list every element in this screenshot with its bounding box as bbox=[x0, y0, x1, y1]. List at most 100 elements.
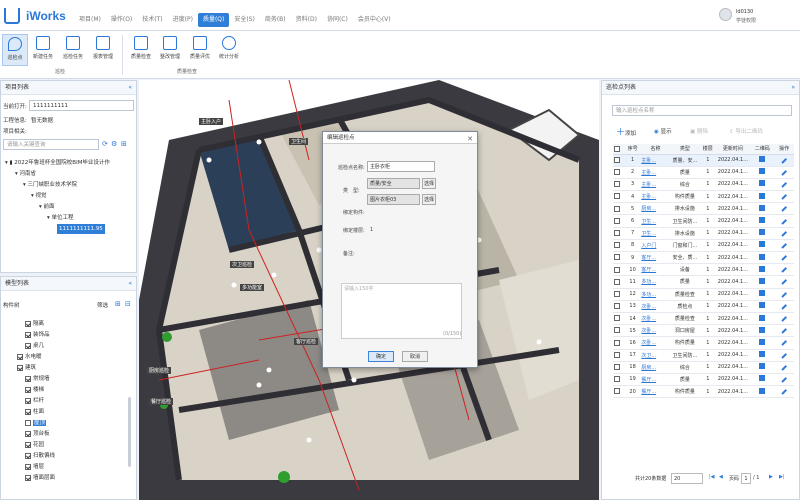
menu-safety[interactable]: 安全(S) bbox=[229, 13, 260, 27]
checkbox[interactable] bbox=[25, 408, 31, 415]
page-size-select[interactable]: 20 bbox=[671, 473, 703, 484]
menu-business[interactable]: 商务(B) bbox=[260, 13, 291, 27]
row-qr[interactable] bbox=[750, 336, 775, 350]
category-input[interactable]: 图片衣柜03 bbox=[367, 194, 420, 205]
row-qr[interactable] bbox=[750, 214, 775, 228]
next-page-icon[interactable]: ▶ bbox=[769, 474, 773, 480]
row-edit[interactable] bbox=[774, 251, 794, 265]
row-name[interactable]: 次卧... bbox=[641, 312, 670, 326]
qr-code-icon[interactable] bbox=[759, 302, 766, 309]
row-checkbox[interactable] bbox=[613, 324, 624, 338]
category-item[interactable]: 墙层 bbox=[25, 462, 44, 472]
table-row[interactable]: 15 次卧... 洞口房屋 1 2022.04.1... bbox=[613, 324, 794, 338]
menu-quality[interactable]: 质量(Q) bbox=[197, 13, 230, 27]
checkbox[interactable] bbox=[25, 331, 31, 338]
qr-code-icon[interactable] bbox=[759, 156, 766, 163]
checkbox[interactable] bbox=[25, 342, 31, 349]
row-name[interactable]: 次卫... bbox=[641, 349, 670, 362]
row-checkbox[interactable] bbox=[613, 214, 624, 228]
row-qr[interactable] bbox=[750, 312, 775, 326]
row-name[interactable]: 次卧... bbox=[641, 336, 670, 350]
report-manage-button[interactable]: 报表管理 bbox=[90, 34, 116, 66]
row-name[interactable]: 主卧... bbox=[641, 154, 670, 167]
row-qr[interactable] bbox=[750, 227, 775, 240]
checkbox[interactable] bbox=[25, 474, 31, 481]
row-qr[interactable] bbox=[750, 178, 775, 192]
edit-icon[interactable] bbox=[781, 340, 787, 346]
row-checkbox[interactable] bbox=[613, 361, 624, 374]
table-row[interactable]: 3 主卧... 综合 1 2022.04.1... bbox=[613, 178, 794, 192]
row-name[interactable]: 餐厅... bbox=[641, 385, 670, 399]
row-checkbox[interactable] bbox=[613, 166, 624, 179]
row-edit[interactable] bbox=[774, 361, 794, 374]
expand-all-icon[interactable]: ⊞ bbox=[115, 300, 121, 308]
ok-button[interactable]: 确定 bbox=[368, 351, 394, 362]
row-qr[interactable] bbox=[750, 324, 775, 338]
row-checkbox[interactable] bbox=[613, 312, 624, 326]
tree-model-selected[interactable]: 1111111111.95 bbox=[57, 224, 105, 234]
edit-icon[interactable] bbox=[781, 218, 787, 224]
row-name[interactable]: 厨房... bbox=[641, 361, 670, 374]
select-type-button[interactable]: 选择 bbox=[422, 178, 436, 189]
qr-code-icon[interactable] bbox=[759, 253, 766, 260]
edit-icon[interactable] bbox=[781, 316, 787, 322]
category-item[interactable]: 隔离 bbox=[25, 319, 44, 329]
checkbox[interactable] bbox=[25, 463, 31, 470]
checkbox[interactable] bbox=[25, 441, 31, 448]
menu-tech[interactable]: 技术(T) bbox=[137, 13, 167, 27]
row-name[interactable]: 卫生... bbox=[641, 227, 670, 240]
checkbox[interactable] bbox=[25, 419, 31, 426]
qr-code-icon[interactable] bbox=[759, 387, 766, 394]
rectify-manage-button[interactable]: 整改管理 bbox=[157, 34, 183, 66]
table-row[interactable]: 16 次卧... 构件质量 1 2022.04.1... bbox=[613, 336, 794, 350]
row-name[interactable]: 厨房... bbox=[641, 202, 670, 216]
row-edit[interactable] bbox=[774, 214, 794, 228]
row-name[interactable]: 主卧... bbox=[641, 190, 670, 204]
table-row[interactable]: 18 厨房... 综合 1 2022.04.1... bbox=[613, 361, 794, 374]
row-checkbox[interactable] bbox=[613, 251, 624, 265]
edit-icon[interactable] bbox=[781, 169, 787, 176]
show-button[interactable]: ◉ 显示 bbox=[654, 127, 672, 135]
cancel-button[interactable]: 取消 bbox=[402, 351, 428, 362]
checkbox[interactable] bbox=[25, 430, 31, 437]
table-row[interactable]: 8 入户门 门窗和门... 1 2022.04.1... bbox=[613, 239, 794, 253]
new-task-button[interactable]: 新建任务 bbox=[30, 34, 56, 66]
qr-code-icon[interactable] bbox=[759, 180, 766, 187]
checkbox[interactable] bbox=[25, 386, 31, 393]
table-row[interactable]: 10 客厅... 设备 1 2022.04.1... bbox=[613, 263, 794, 277]
tree-front[interactable]: ▾ 前面 bbox=[39, 202, 55, 212]
project-search-input[interactable]: 请输入关键查询 bbox=[3, 139, 99, 150]
tree-root[interactable]: ▾ ▮ 2022年鲁班杯全国院校BIM毕业设计作 bbox=[5, 158, 110, 168]
tree-view[interactable]: ▾ 视觉 bbox=[31, 191, 47, 201]
row-checkbox[interactable] bbox=[613, 300, 624, 313]
qr-code-icon[interactable] bbox=[759, 351, 766, 358]
row-qr[interactable] bbox=[750, 251, 775, 265]
qr-code-icon[interactable] bbox=[759, 265, 766, 272]
qr-code-icon[interactable] bbox=[759, 277, 766, 284]
row-edit[interactable] bbox=[774, 166, 794, 179]
row-edit[interactable] bbox=[774, 385, 794, 399]
tree-unit[interactable]: ▾ 单位工程 bbox=[47, 213, 74, 223]
checkbox[interactable] bbox=[614, 339, 621, 346]
row-edit[interactable] bbox=[774, 154, 794, 167]
checkbox[interactable] bbox=[25, 375, 31, 382]
edit-icon[interactable] bbox=[781, 243, 787, 249]
qr-code-icon[interactable] bbox=[759, 241, 766, 248]
category-item[interactable]: 顶台板 bbox=[25, 429, 50, 439]
row-qr[interactable] bbox=[750, 166, 775, 179]
qr-code-icon[interactable] bbox=[759, 375, 766, 382]
refresh-icon[interactable]: ⟳ bbox=[102, 140, 108, 148]
avatar[interactable] bbox=[719, 8, 732, 21]
row-edit[interactable] bbox=[774, 190, 794, 204]
row-qr[interactable] bbox=[750, 239, 775, 253]
quality-check-button[interactable]: 质量检查 bbox=[128, 34, 154, 66]
row-edit[interactable] bbox=[774, 336, 794, 350]
row-edit[interactable] bbox=[774, 300, 794, 313]
row-edit[interactable] bbox=[774, 275, 794, 289]
row-edit[interactable] bbox=[774, 227, 794, 240]
row-checkbox[interactable] bbox=[613, 263, 624, 277]
row-name[interactable]: 主卧... bbox=[641, 178, 670, 192]
add-button[interactable]: ＋添加 bbox=[616, 125, 636, 138]
menu-collab[interactable]: 协同(C) bbox=[322, 13, 353, 27]
scrollbar[interactable] bbox=[128, 397, 131, 467]
